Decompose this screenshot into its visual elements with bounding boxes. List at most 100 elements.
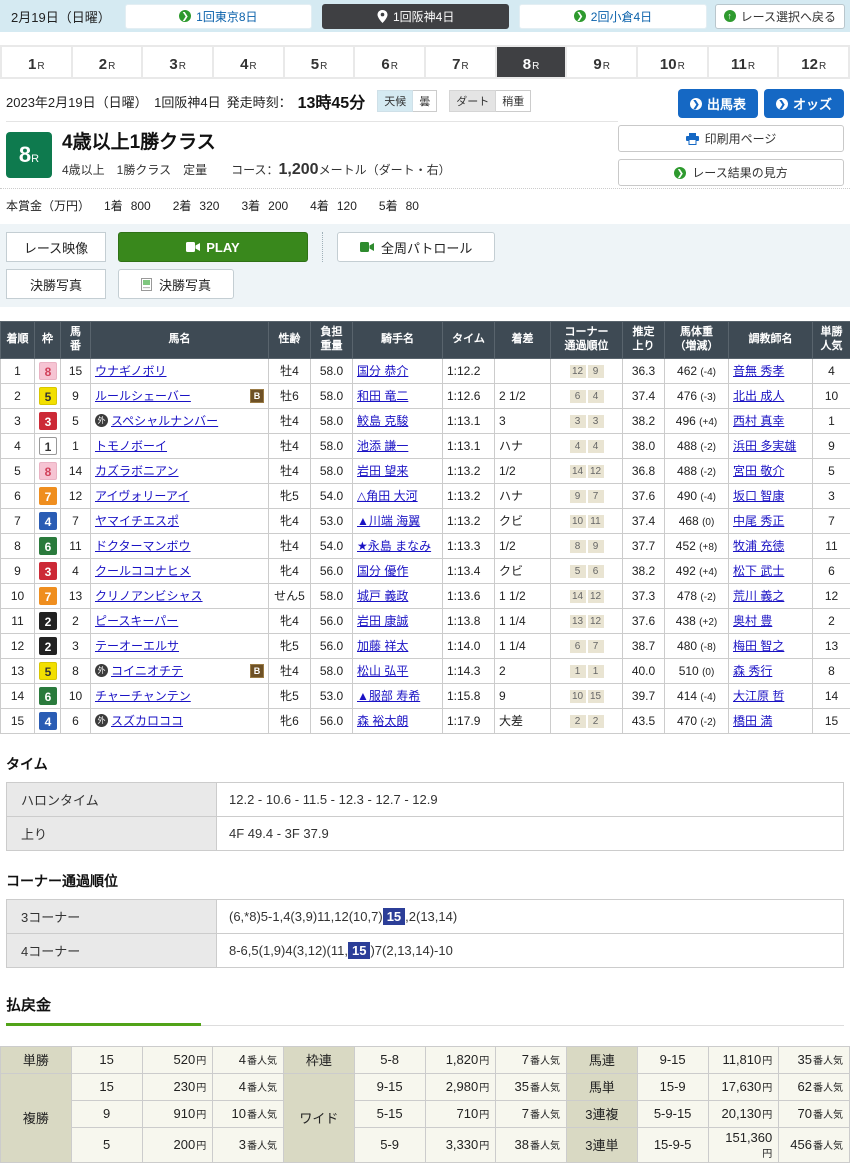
trainer-link[interactable]: 橋田 満 <box>733 714 772 728</box>
jockey-link[interactable]: 岩田 康誠 <box>357 614 408 628</box>
prize-items: 1着8002着3203着2004着1205着80 <box>104 197 441 214</box>
result-guide-button[interactable]: ❯ レース結果の見方 <box>618 159 844 186</box>
trainer-link[interactable]: 牧浦 充徳 <box>733 539 784 553</box>
odds-button[interactable]: ❯ オッズ <box>764 89 844 118</box>
trainer-link[interactable]: 宮田 敬介 <box>733 464 784 478</box>
jockey-link[interactable]: 池添 謙一 <box>357 439 408 453</box>
horse-name-link[interactable]: ドクターマンボウ <box>95 537 191 554</box>
race-tab-12r[interactable]: 12R <box>779 47 848 77</box>
race-tab-8r[interactable]: 8R <box>497 47 566 77</box>
entry-table-button[interactable]: ❯ 出馬表 <box>678 89 758 118</box>
payout-combination: 9-15 <box>637 1046 708 1073</box>
race-video-label: レース映像 <box>6 232 106 262</box>
horse-name-link[interactable]: コイニオチテ <box>111 662 183 679</box>
meeting-tab[interactable]: ❯1回東京8日 <box>125 4 312 29</box>
race-number-badge: 8 R <box>6 132 52 178</box>
results-cell: 64 <box>551 383 623 408</box>
race-tab-1r[interactable]: 1R <box>2 47 71 77</box>
patrol-video-button[interactable]: 全周パトロール <box>337 232 495 262</box>
results-column-header: 着順 <box>1 322 35 359</box>
race-tab-suffix: R <box>461 62 468 72</box>
race-tab-10r[interactable]: 10R <box>638 47 707 77</box>
meeting-tab[interactable]: ❯2回小倉4日 <box>519 4 706 29</box>
results-cell: 牝5 <box>269 683 311 708</box>
jockey-link[interactable]: 松山 弘平 <box>357 664 408 678</box>
trainer-link[interactable]: 松下 武士 <box>733 564 784 578</box>
horse-name-link[interactable]: アイヴォリーアイ <box>95 487 189 504</box>
horse-name-link[interactable]: クリノアンビシャス <box>95 587 203 604</box>
race-tab-5r[interactable]: 5R <box>285 47 354 77</box>
payout-row: 9910円10番人気5-15710円7番人気3連複5-9-1520,130円70… <box>1 1100 850 1127</box>
jockey-link[interactable]: ▲川端 海翼 <box>357 514 420 528</box>
trainer-link[interactable]: 音無 秀孝 <box>733 364 784 378</box>
jockey-link[interactable]: ★永島 まなみ <box>357 539 431 553</box>
jockey-link[interactable]: 国分 優作 <box>357 564 408 578</box>
jockey-link[interactable]: 岩田 望来 <box>357 464 408 478</box>
horse-name-link[interactable]: クールココナヒメ <box>95 562 191 579</box>
horse-weight-change: (0) <box>702 517 714 528</box>
corner-row-value: (6,*8)5-1,4(3,9)11,12(10,7)15,2(13,14) <box>217 899 844 933</box>
trainer-link[interactable]: 浜田 多実雄 <box>733 439 796 453</box>
jockey-link[interactable]: 和田 竜二 <box>357 389 408 403</box>
top-bar: 2月19日（日曜） ❯1回東京8日1回阪神4日❯2回小倉4日 ↑ レース選択へ戻… <box>0 0 850 32</box>
back-to-race-select-button[interactable]: ↑ レース選択へ戻る <box>715 4 845 29</box>
time-row-label: 上り <box>7 816 217 850</box>
race-tab-7r[interactable]: 7R <box>426 47 495 77</box>
trainer-link[interactable]: 西村 真幸 <box>733 414 784 428</box>
race-tab-11r[interactable]: 11R <box>709 47 778 77</box>
trainer-link[interactable]: 奥村 豊 <box>733 614 772 628</box>
trainer-link[interactable]: 大江原 哲 <box>733 689 784 703</box>
corner-position: 6 <box>570 640 586 653</box>
race-title: 4歳以上1勝クラス <box>62 132 451 155</box>
results-cell: 488 (-2) <box>665 458 729 483</box>
print-page-button[interactable]: 印刷用ページ <box>618 125 844 152</box>
jockey-link[interactable]: ▲服部 寿希 <box>357 689 420 703</box>
horse-name-link[interactable]: チャーチャンテン <box>95 687 191 704</box>
results-cell: 36.8 <box>623 458 665 483</box>
results-cell: 鮫島 克駿 <box>353 408 443 433</box>
horse-name-link[interactable]: スペシャルナンバー <box>111 412 218 429</box>
jockey-link[interactable]: 国分 恭介 <box>357 364 408 378</box>
race-tab-2r[interactable]: 2R <box>73 47 142 77</box>
horse-name-link[interactable]: スズカロココ <box>111 712 183 729</box>
horse-name-link[interactable]: ピースキーパー <box>95 612 178 629</box>
trainer-link[interactable]: 梅田 智之 <box>733 639 784 653</box>
frame-badge: 3 <box>39 562 57 580</box>
trainer-link[interactable]: 中尾 秀正 <box>733 514 784 528</box>
trainer-link[interactable]: 森 秀行 <box>733 664 772 678</box>
payout-heading: 払戻金 <box>6 994 201 1026</box>
results-cell: 5 <box>1 458 35 483</box>
trainer-link[interactable]: 北出 成人 <box>733 389 784 403</box>
results-cell: 坂口 智康 <box>729 483 813 508</box>
race-tab-4r[interactable]: 4R <box>214 47 283 77</box>
race-tab-9r[interactable]: 9R <box>567 47 636 77</box>
jockey-link[interactable]: 鮫島 克駿 <box>357 414 408 428</box>
finish-photo-button[interactable]: 決勝写真 <box>118 269 234 299</box>
race-tab-3r[interactable]: 3R <box>143 47 212 77</box>
payout-popularity: 7番人気 <box>496 1046 567 1073</box>
horse-name-link[interactable]: テーオーエルサ <box>95 637 179 654</box>
results-column-header: 馬名 <box>91 322 269 359</box>
horse-name-link[interactable]: ルールシェーバー <box>95 387 191 404</box>
chevron-circle-icon: ❯ <box>690 98 702 110</box>
results-cell: 1:13.1 <box>443 433 495 458</box>
horse-name-link[interactable]: トモノボーイ <box>95 437 167 454</box>
horse-name-link[interactable]: ヤマイチエスポ <box>95 512 179 529</box>
race-tab-6r[interactable]: 6R <box>355 47 424 77</box>
trainer-link[interactable]: 坂口 智康 <box>733 489 784 503</box>
horse-name-link[interactable]: ウナギノボリ <box>95 362 167 379</box>
meeting-tab[interactable]: 1回阪神4日 <box>322 4 509 29</box>
trainer-link[interactable]: 荒川 義之 <box>733 589 784 603</box>
yen-suffix: 円 <box>479 1056 489 1067</box>
results-table: 着順枠馬 番馬名性齢負担 重量騎手名タイム着差コーナー 通過順位推定 上り馬体重… <box>0 321 850 734</box>
table-row: 1122ピースキーパー牝456.0岩田 康誠1:13.81 1/4131237.… <box>1 608 850 633</box>
horse-name-link[interactable]: カズラボニアン <box>95 462 179 479</box>
results-cell: 1:13.6 <box>443 583 495 608</box>
jockey-link[interactable]: 加藤 祥太 <box>357 639 408 653</box>
jockey-link[interactable]: 森 裕太朗 <box>357 714 408 728</box>
play-button[interactable]: PLAY <box>118 232 308 262</box>
horse-mark-icon: 外 <box>95 714 108 727</box>
jockey-link[interactable]: △角田 大河 <box>357 489 418 503</box>
results-cell: 牡4 <box>269 358 311 383</box>
jockey-link[interactable]: 城戸 義政 <box>357 589 408 603</box>
